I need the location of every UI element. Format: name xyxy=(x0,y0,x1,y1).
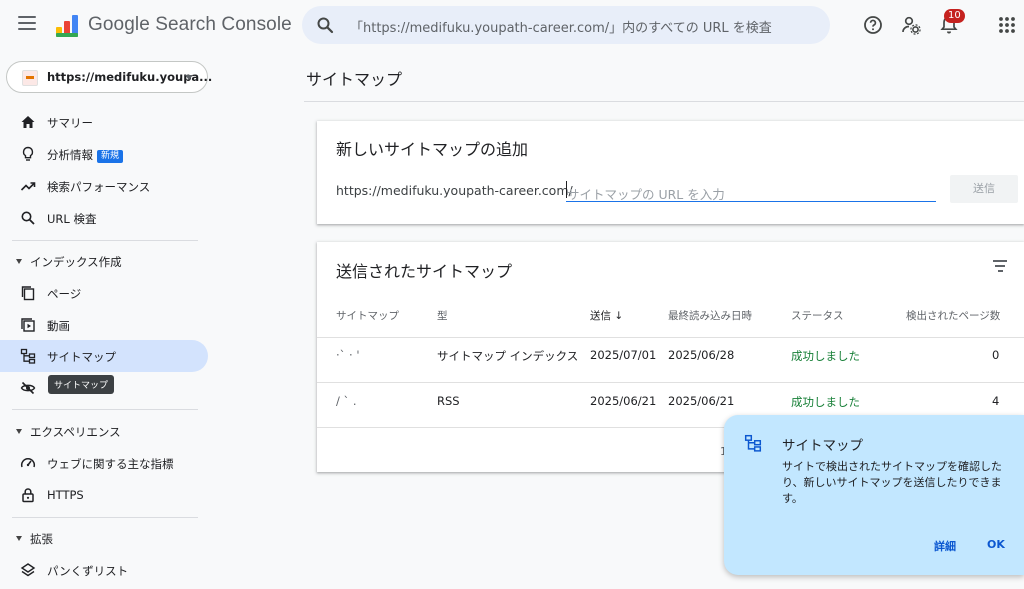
search-icon xyxy=(21,211,35,225)
details-link[interactable]: 詳細 xyxy=(934,538,956,554)
sidebar-item-label: サマリー xyxy=(47,116,93,130)
sitemap-tooltip: サイトマップ xyxy=(48,375,115,394)
gauge-icon xyxy=(20,458,36,468)
lock-icon xyxy=(22,488,34,503)
ok-button[interactable]: OK xyxy=(987,538,1005,551)
row-divider xyxy=(317,382,1024,383)
section-title: インデックス作成 xyxy=(30,255,122,269)
sidebar-item-label: ウェブに関する主な指標 xyxy=(47,457,174,471)
sidebar-item-insights[interactable]: 分析情報 新規 xyxy=(0,138,208,170)
popup-title: サイトマップ xyxy=(782,438,863,454)
search-icon xyxy=(317,17,334,34)
cell-status: 成功しました xyxy=(791,349,860,363)
video-icon xyxy=(21,318,35,332)
cell-pages: 4 xyxy=(992,394,1000,408)
brand-title: Google Search Console xyxy=(88,14,292,35)
header-divider xyxy=(304,101,1024,102)
sitemap-icon xyxy=(20,348,36,364)
col-header-label: 送信 xyxy=(590,310,611,322)
sidebar-item-label: HTTPS xyxy=(47,488,84,502)
sidebar-item-performance[interactable]: 検索パフォーマンス xyxy=(0,170,208,202)
home-icon xyxy=(21,116,35,128)
trending-up-icon xyxy=(20,182,36,191)
cell-last-read: 2025/06/28 xyxy=(668,348,735,362)
url-inspection-search[interactable]: 「https://medifuku.youpath-career.com/」内の… xyxy=(302,6,830,44)
sidebar-divider xyxy=(12,240,198,241)
sitemap-icon xyxy=(744,434,762,452)
section-title: 拡張 xyxy=(30,532,53,546)
sidebar-item-summary[interactable]: サマリー xyxy=(0,106,208,138)
col-header-sitemap[interactable]: サイトマップ xyxy=(336,308,399,323)
sidebar-item-https[interactable]: HTTPS xyxy=(0,479,208,511)
cell-pages: 0 xyxy=(992,348,1000,362)
submit-button[interactable]: 送信 xyxy=(950,175,1018,203)
section-enhancements[interactable]: 拡張 xyxy=(0,524,208,552)
cell-sitemap[interactable]: ·` · ' xyxy=(336,348,360,362)
sidebar-item-pages[interactable]: ページ xyxy=(0,277,208,309)
site-favicon xyxy=(22,70,38,86)
eye-off-icon xyxy=(20,381,36,395)
add-sitemap-card: 新しいサイトマップの追加 https://medifuku.youpath-ca… xyxy=(317,121,1024,224)
pages-icon xyxy=(21,286,35,301)
col-header-submitted[interactable]: 送信 ↓ xyxy=(590,308,623,323)
sidebar-item-core-web-vitals[interactable]: ウェブに関する主な指標 xyxy=(0,447,208,479)
card-title: 送信されたサイトマップ xyxy=(336,262,513,281)
col-header-status[interactable]: ステータス xyxy=(791,308,844,323)
sidebar-divider xyxy=(12,517,198,518)
main-menu-icon[interactable] xyxy=(18,16,36,30)
input-placeholder: サイトマップの URL を入力 xyxy=(567,187,725,202)
col-header-discovered-pages[interactable]: 検出されたページ数 xyxy=(906,308,1000,323)
cell-last-read: 2025/06/21 xyxy=(668,394,735,408)
layers-icon xyxy=(20,563,36,577)
collapse-caret-icon xyxy=(16,429,22,434)
sidebar-item-label: 動画 xyxy=(47,319,70,333)
sidebar-divider xyxy=(12,409,198,410)
page-title: サイトマップ xyxy=(306,70,403,89)
sitemap-help-popup: サイトマップ サイトで検出されたサイトマップを確認したり、新しいサイトマップを送… xyxy=(724,415,1024,575)
card-title: 新しいサイトマップの追加 xyxy=(336,140,529,159)
cell-type: サイトマップ インデックス xyxy=(437,349,579,363)
new-badge: 新規 xyxy=(97,150,124,163)
cell-status: 成功しました xyxy=(791,395,860,409)
help-icon[interactable] xyxy=(862,14,884,36)
search-placeholder: 「https://medifuku.youpath-career.com/」内の… xyxy=(350,21,772,36)
lightbulb-icon xyxy=(22,146,34,161)
row-divider xyxy=(317,337,1024,338)
section-title: エクスペリエンス xyxy=(30,425,121,439)
sidebar-item-url-inspection[interactable]: URL 検査 xyxy=(0,202,208,234)
section-experience[interactable]: エクスペリエンス xyxy=(0,417,208,445)
collapse-caret-icon xyxy=(16,536,22,541)
sidebar-item-label: サイトマップ xyxy=(47,350,116,364)
site-url-prefix: https://medifuku.youpath-career.com/ xyxy=(336,183,573,198)
cell-type: RSS xyxy=(437,394,460,408)
sitemap-url-input[interactable]: サイトマップの URL を入力 xyxy=(566,179,936,202)
apps-grid-icon[interactable] xyxy=(996,14,1018,36)
sort-down-arrow-icon: ↓ xyxy=(614,310,624,322)
user-settings-icon[interactable] xyxy=(900,14,922,36)
sidebar-item-label: URL 検査 xyxy=(47,212,97,226)
cell-submitted: 2025/06/21 xyxy=(590,394,657,408)
collapse-caret-icon xyxy=(16,259,22,264)
search-console-logo xyxy=(56,15,78,37)
notification-count-badge: 10 xyxy=(944,9,965,23)
sidebar-item-label: 分析情報 xyxy=(47,148,93,162)
sidebar-item-videos[interactable]: 動画 xyxy=(0,309,208,341)
property-selector[interactable]: https://medifuku.youpa... xyxy=(6,61,212,93)
cell-sitemap[interactable]: / ` . xyxy=(336,394,357,408)
col-header-type[interactable]: 型 xyxy=(437,308,448,323)
sidebar-item-label: パンくずリスト xyxy=(47,564,129,578)
sidebar-item-label: ページ xyxy=(47,287,82,301)
sidebar-item-label: 検索パフォーマンス xyxy=(47,180,151,194)
sidebar-item-sitemaps[interactable]: サイトマップ xyxy=(0,340,208,372)
cell-submitted: 2025/07/01 xyxy=(590,348,657,362)
section-indexing[interactable]: インデックス作成 xyxy=(0,247,208,275)
popup-description: サイトで検出されたサイトマップを確認したり、新しいサイトマップを送信したりできま… xyxy=(782,460,1002,505)
col-header-last-read[interactable]: 最終読み込み日時 xyxy=(668,308,752,323)
dropdown-caret-icon xyxy=(185,75,193,80)
sidebar-item-breadcrumbs[interactable]: パンくずリスト xyxy=(0,554,208,586)
filter-icon[interactable] xyxy=(993,260,1007,272)
